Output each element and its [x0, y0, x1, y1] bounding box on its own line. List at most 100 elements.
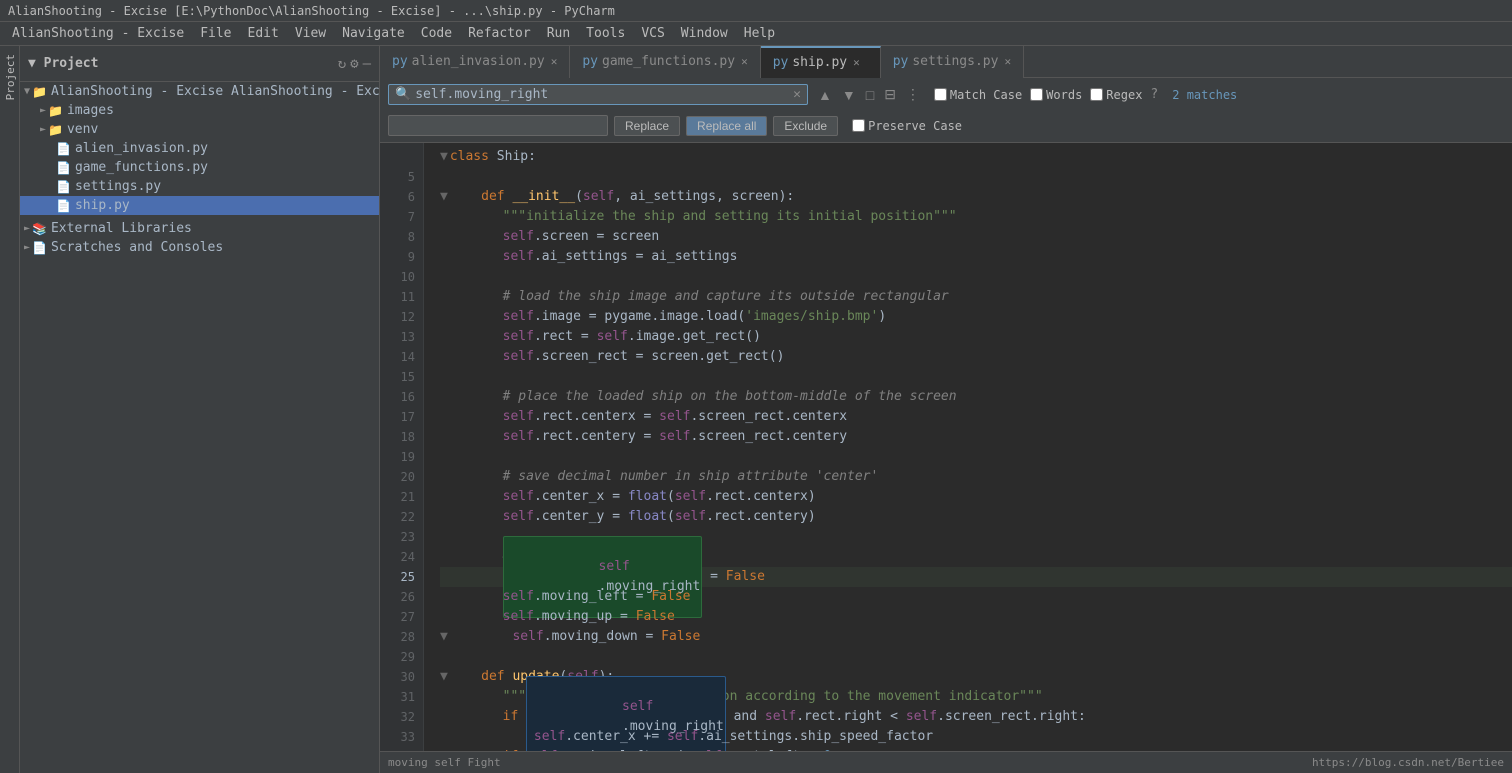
menu-window[interactable]: Window — [673, 24, 736, 43]
menu-view[interactable]: View — [287, 24, 334, 43]
tree-external-libraries[interactable]: ► 📚 External Libraries — [20, 219, 379, 238]
tab-game-functions[interactable]: py game_functions.py ✕ — [570, 46, 760, 78]
str-12: 'images/ship.bmp' — [745, 307, 878, 327]
self-14a: self — [503, 347, 534, 367]
menu-help[interactable]: Help — [736, 24, 783, 43]
menu-tools[interactable]: Tools — [578, 24, 633, 43]
preserve-case-option[interactable]: Preserve Case — [852, 119, 962, 133]
ship-file-icon: 📄 — [56, 199, 71, 213]
self-12: self — [503, 307, 534, 327]
regex-help-icon[interactable]: ? — [1150, 87, 1158, 102]
preserve-case-checkbox[interactable] — [852, 119, 865, 132]
code-line-20: # save decimal number in ship attribute … — [440, 467, 1512, 487]
code-line-9: self .ai_settings = ai_settings — [440, 247, 1512, 267]
menu-alianshooting[interactable]: AlianShooting - Excise — [4, 24, 192, 43]
line28-fold[interactable]: ▼ — [440, 627, 448, 647]
line14-indent — [440, 347, 503, 367]
gear-icon[interactable]: ⚙ — [350, 56, 358, 72]
false-27: False — [636, 607, 675, 627]
self-13b: self — [597, 327, 628, 347]
tab-close-alien[interactable]: ✕ — [551, 55, 558, 68]
line-num-14: 14 — [388, 347, 415, 367]
tab-close-game[interactable]: ✕ — [741, 55, 748, 68]
tab-label-alien: alien_invasion.py — [412, 54, 545, 69]
line-num-17: 17 — [388, 407, 415, 427]
fold-init-icon[interactable]: ▼ — [440, 187, 448, 207]
code-line-27: self .moving_up = False — [440, 607, 1512, 627]
replace-input[interactable] — [395, 118, 601, 133]
line11-indent — [440, 287, 503, 307]
code-content[interactable]: ▼ class Ship: ▼ def __init__ ( self , ai… — [424, 143, 1512, 751]
menu-file[interactable]: File — [192, 24, 239, 43]
search-input-wrap: 🔍 ✕ — [388, 84, 808, 105]
line9-rest: .ai_settings = ai_settings — [534, 247, 738, 267]
self-32: self — [622, 699, 653, 714]
status-right: https://blog.csdn.net/Bertiee — [1312, 756, 1504, 769]
ship-label: ship.py — [75, 198, 130, 213]
menu-navigate[interactable]: Navigate — [334, 24, 413, 43]
line21-mid2: ( — [667, 487, 675, 507]
tree-file-settings[interactable]: 📄 settings.py — [20, 177, 379, 196]
self-34: self — [526, 747, 557, 751]
tab-settings[interactable]: py settings.py ✕ — [881, 46, 1024, 78]
self-32b: self — [765, 707, 796, 727]
tree-folder-images[interactable]: ► 📁 images — [20, 101, 379, 120]
words-option[interactable]: Words — [1030, 88, 1082, 102]
tree-file-alien-invasion[interactable]: 📄 alien_invasion.py — [20, 139, 379, 158]
tree-folder-venv[interactable]: ► 📁 venv — [20, 120, 379, 139]
exclude-button[interactable]: Exclude — [773, 116, 838, 136]
images-folder-arrow: ► — [40, 105, 46, 116]
fold-class-icon[interactable]: ▼ — [440, 147, 448, 167]
replace-button[interactable]: Replace — [614, 116, 680, 136]
line22-mid2: ( — [667, 507, 675, 527]
tree-root-project[interactable]: ▼ 📁 AlianShooting - Excise AlianShooting… — [20, 82, 379, 101]
project-strip-tab[interactable]: Project — [0, 46, 19, 108]
search-input[interactable] — [415, 87, 789, 102]
words-checkbox[interactable] — [1030, 88, 1043, 101]
minimize-icon[interactable]: — — [363, 56, 371, 72]
search-clear-icon[interactable]: ✕ — [793, 87, 801, 102]
line-num-30: 30 — [388, 667, 415, 687]
menu-refactor[interactable]: Refactor — [460, 24, 539, 43]
tab-alien-invasion[interactable]: py alien_invasion.py ✕ — [380, 46, 570, 78]
search-options-btn[interactable]: ⋮ — [902, 84, 924, 105]
tab-close-ship[interactable]: ✕ — [853, 56, 860, 69]
line-num-23: 23 — [388, 527, 415, 547]
fold-update-icon[interactable]: ▼ — [440, 667, 448, 687]
line-num-8: 8 — [388, 227, 415, 247]
tab-ship[interactable]: py ship.py ✕ — [761, 46, 881, 78]
tree-file-ship[interactable]: 📄 ship.py — [20, 196, 379, 215]
line13-mid: .rect = — [534, 327, 597, 347]
search-wrap-btn[interactable]: □ — [862, 84, 878, 105]
project-dropdown-icon[interactable]: ▼ — [28, 56, 36, 71]
line32-end2: .screen_rect.right: — [937, 707, 1086, 727]
replace-input-wrap — [388, 115, 608, 136]
self-33b: self — [667, 727, 698, 747]
menu-code[interactable]: Code — [413, 24, 460, 43]
code-line-13: self .rect = self .image.get_rect() — [440, 327, 1512, 347]
regex-option[interactable]: Regex — [1090, 88, 1142, 102]
regex-checkbox[interactable] — [1090, 88, 1103, 101]
tree-scratches[interactable]: ► 📄 Scratches and Consoles — [20, 238, 379, 257]
search-infile-btn[interactable]: ⊟ — [880, 84, 900, 105]
menu-vcs[interactable]: VCS — [633, 24, 672, 43]
search-next-btn[interactable]: ▼ — [838, 84, 860, 105]
comment-20: # save decimal number in ship attribute … — [503, 467, 879, 487]
tab-close-settings[interactable]: ✕ — [1004, 55, 1011, 68]
code-editor[interactable]: 5 6 7 8 9 10 11 12 13 14 15 16 17 18 19 … — [380, 143, 1512, 751]
if-32: if — [503, 707, 526, 727]
code-line-11: # load the ship image and capture its ou… — [440, 287, 1512, 307]
line-numbers: 5 6 7 8 9 10 11 12 13 14 15 16 17 18 19 … — [380, 143, 424, 751]
search-prev-btn[interactable]: ▲ — [814, 84, 836, 105]
match-case-option[interactable]: Match Case — [934, 88, 1022, 102]
menu-edit[interactable]: Edit — [240, 24, 287, 43]
match-case-checkbox[interactable] — [934, 88, 947, 101]
menu-run[interactable]: Run — [539, 24, 578, 43]
line17-end: .screen_rect.centerx — [690, 407, 847, 427]
false-25: False — [726, 567, 765, 587]
init-fname: __init__ — [512, 187, 575, 207]
replace-all-button[interactable]: Replace all — [686, 116, 767, 136]
tab-bar: py alien_invasion.py ✕ py game_functions… — [380, 46, 1512, 78]
sync-icon[interactable]: ↻ — [338, 56, 346, 72]
tree-file-game-functions[interactable]: 📄 game_functions.py — [20, 158, 379, 177]
